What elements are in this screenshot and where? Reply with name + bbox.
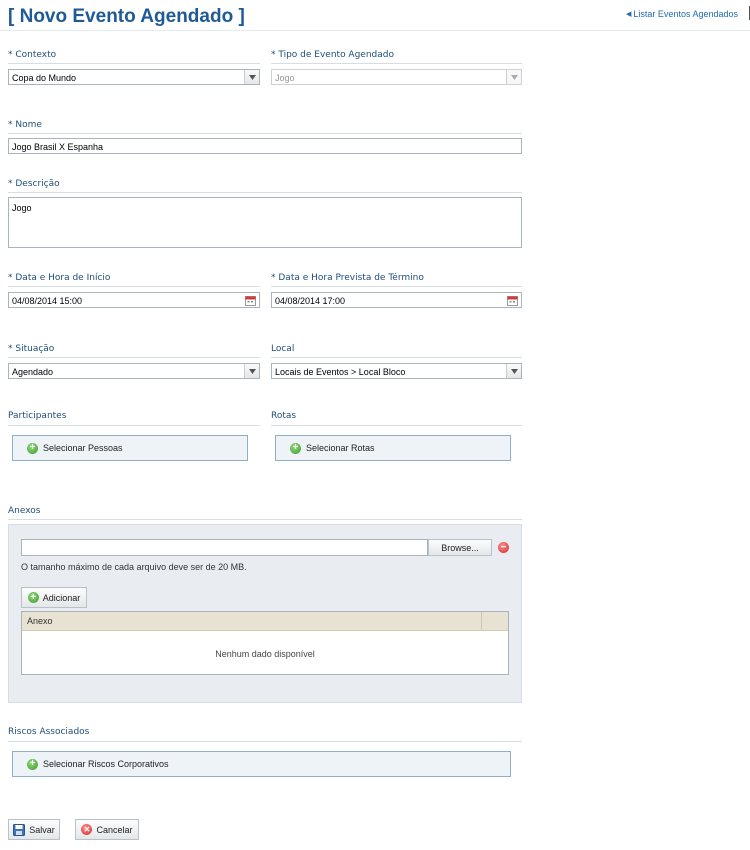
descricao-label: * Descrição <box>8 179 60 189</box>
tipo-rule <box>271 63 522 64</box>
chevron-down-icon <box>506 364 521 378</box>
chevron-down-icon <box>244 70 259 84</box>
table-header: Anexo <box>22 612 508 631</box>
select-risks-button[interactable]: + Selecionar Riscos Corporativos <box>12 751 511 777</box>
termino-label: * Data e Hora Prevista de Término <box>271 273 424 283</box>
contexto-rule <box>8 63 260 64</box>
select-routes-button[interactable]: + Selecionar Rotas <box>275 435 511 461</box>
file-size-note: O tamanho máximo de cada arquivo deve se… <box>21 562 247 572</box>
column-anexo[interactable]: Anexo <box>27 616 53 626</box>
select-people-label: Selecionar Pessoas <box>43 443 123 453</box>
nome-label: * Nome <box>8 120 42 130</box>
attachments-table: Anexo Nenhum dado disponível <box>21 611 509 675</box>
local-rule <box>271 357 522 358</box>
cancel-button[interactable]: ✕ Cancelar <box>75 819 139 840</box>
add-attachment-label: Adicionar <box>42 592 81 603</box>
select-routes-label: Selecionar Rotas <box>306 443 375 453</box>
calendar-icon[interactable] <box>245 295 256 306</box>
chevron-down-icon <box>506 70 521 84</box>
select-people-button[interactable]: + Selecionar Pessoas <box>12 435 248 461</box>
situacao-rule <box>8 357 260 358</box>
x-circle-icon: ✕ <box>81 824 93 835</box>
riscos-label: Riscos Associados <box>8 727 90 737</box>
browse-button[interactable]: Browse... <box>428 539 492 556</box>
inicio-label: * Data e Hora de Início <box>8 273 111 283</box>
triangle-left-icon: ◀ <box>626 11 632 18</box>
rotas-label: Rotas <box>271 411 297 421</box>
situacao-label: * Situação <box>8 344 55 354</box>
participantes-label: Participantes <box>8 411 67 421</box>
chevron-down-icon <box>244 364 259 378</box>
tipo-label: * Tipo de Evento Agendado <box>271 50 394 60</box>
local-select[interactable]: Locais de Eventos > Local Bloco <box>271 363 522 379</box>
participantes-rule <box>8 425 260 426</box>
add-attachment-button[interactable]: + Adicionar <box>21 587 87 608</box>
descricao-rule <box>8 192 522 193</box>
plus-circle-icon: + <box>27 592 39 603</box>
nome-input[interactable]: Jogo Brasil X Espanha <box>8 138 522 154</box>
situacao-select[interactable]: Agendado <box>8 363 260 379</box>
list-events-link[interactable]: ◀ Listar Eventos Agendados <box>626 9 738 19</box>
column-separator <box>481 612 482 630</box>
nome-rule <box>8 133 522 134</box>
save-label: Salvar <box>29 824 55 835</box>
termino-datetime-input[interactable]: 04/08/2014 17:00 <box>271 292 522 308</box>
rotas-rule <box>271 425 522 426</box>
calendar-icon[interactable] <box>507 295 518 306</box>
minus-circle-icon[interactable]: − <box>498 542 509 553</box>
riscos-rule <box>8 741 522 742</box>
descricao-textarea[interactable]: Jogo <box>8 197 522 248</box>
plus-circle-icon: + <box>27 442 38 454</box>
file-path-input[interactable] <box>21 539 428 556</box>
save-button[interactable]: Salvar <box>8 819 60 840</box>
anexos-label: Anexos <box>8 506 41 516</box>
contexto-label: * Contexto <box>8 50 57 60</box>
header-divider <box>0 30 750 31</box>
browse-label: Browse... <box>441 542 479 553</box>
contexto-select[interactable]: Copa do Mundo <box>8 69 260 85</box>
page-title: [ Novo Evento Agendado ] <box>8 6 245 27</box>
list-events-link-label: Listar Eventos Agendados <box>633 9 738 19</box>
cancel-label: Cancelar <box>96 824 133 835</box>
plus-circle-icon: + <box>290 442 301 454</box>
select-risks-label: Selecionar Riscos Corporativos <box>43 759 169 769</box>
floppy-icon <box>13 823 26 836</box>
tipo-select[interactable]: Jogo <box>271 69 522 85</box>
anexos-rule <box>8 519 522 520</box>
inicio-rule <box>8 286 260 287</box>
empty-message: Nenhum dado disponível <box>215 649 315 659</box>
inicio-datetime-input[interactable]: 04/08/2014 15:00 <box>8 292 260 308</box>
plus-circle-icon: + <box>27 758 38 770</box>
local-label: Local <box>271 344 295 354</box>
termino-rule <box>271 286 522 287</box>
